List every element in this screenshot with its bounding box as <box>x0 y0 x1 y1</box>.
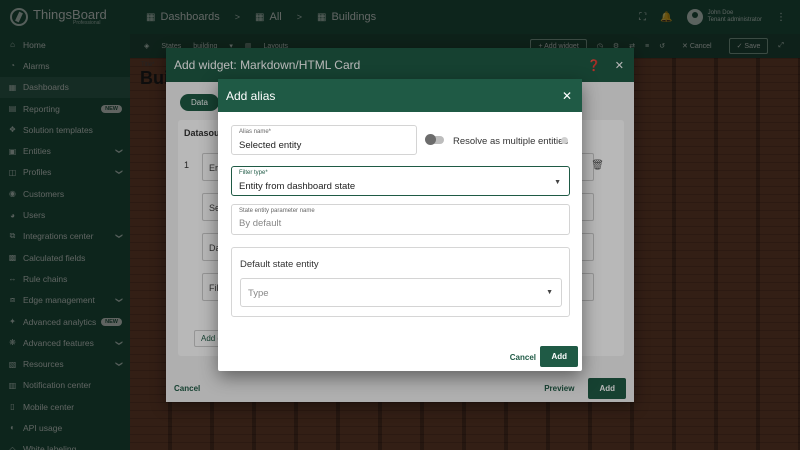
type-placeholder: Type <box>248 288 269 299</box>
state-entity-param-input[interactable]: State entity parameter name By default <box>231 204 570 235</box>
resolve-multiple-toggle[interactable] <box>425 134 444 145</box>
close-icon[interactable]: ✕ <box>562 89 572 103</box>
alias-name-value: Selected entity <box>239 140 302 151</box>
state-param-placeholder: By default <box>239 218 282 229</box>
filter-type-select[interactable]: Filter type* Entity from dashboard state… <box>231 166 570 196</box>
dialog-title: Add alias <box>226 88 276 103</box>
default-state-entity-section: Default state entity Type ▼ <box>231 247 570 317</box>
cancel-button[interactable]: Cancel <box>510 353 536 362</box>
state-param-label: State entity parameter name <box>239 208 315 214</box>
filter-type-value: Entity from dashboard state <box>239 181 356 192</box>
info-icon[interactable] <box>561 137 568 144</box>
dropdown-arrow-icon: ▼ <box>554 179 561 186</box>
default-state-entity-title: Default state entity <box>240 259 319 270</box>
entity-type-select[interactable]: Type ▼ <box>240 278 562 307</box>
filter-type-label: Filter type* <box>239 170 268 176</box>
add-button[interactable]: Add <box>540 346 578 367</box>
dropdown-arrow-icon: ▼ <box>546 289 553 296</box>
add-alias-dialog: Add alias ✕ Alias name* Selected entity … <box>218 79 582 371</box>
resolve-multiple-label: Resolve as multiple entities <box>453 136 569 147</box>
alias-name-label: Alias name* <box>239 129 272 135</box>
alias-name-input[interactable]: Alias name* Selected entity <box>231 125 417 155</box>
